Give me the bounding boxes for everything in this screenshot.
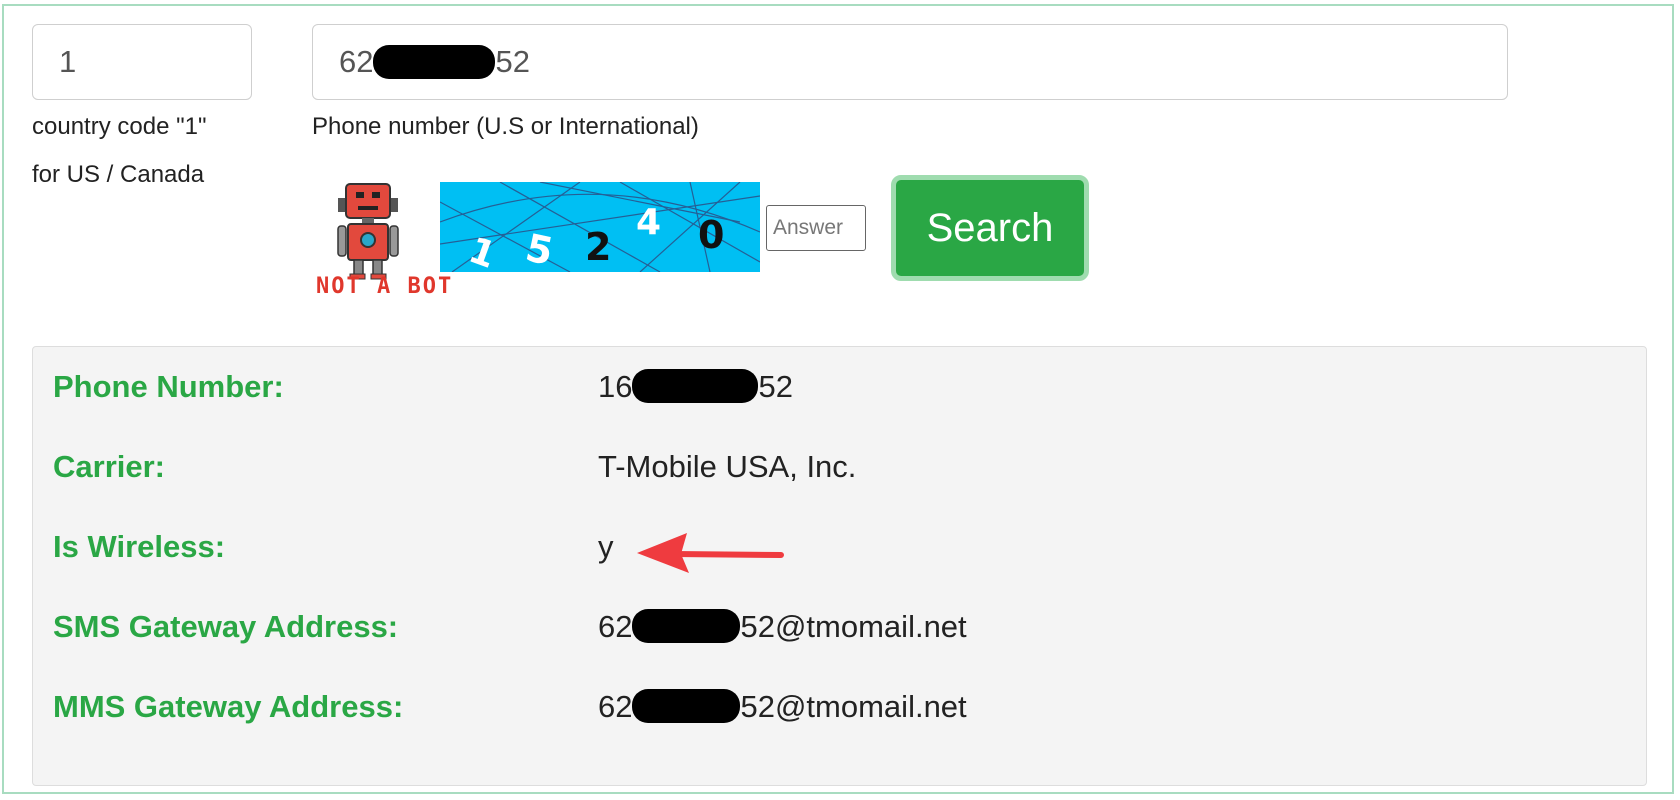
result-row-phone-number: Phone Number: 16 52 [33, 367, 1646, 407]
redaction-mark [373, 45, 496, 79]
redaction-mark [632, 689, 741, 723]
result-label: Is Wireless: [53, 529, 226, 564]
value-prefix: 62 [598, 609, 633, 644]
red-arrow-annotation [637, 533, 784, 573]
country-code-input[interactable]: 1 [32, 24, 252, 100]
phone-suffix: 52 [495, 44, 530, 79]
result-row-sms-gateway: SMS Gateway Address: 62 52@tmomail.net [33, 607, 1646, 647]
result-value: 62 52@tmomail.net [598, 687, 967, 727]
phone-number-input[interactable]: 62 52 [312, 24, 1508, 100]
result-label: Carrier: [53, 449, 165, 484]
result-label: Phone Number: [53, 369, 284, 404]
result-value: T-Mobile USA, Inc. [598, 449, 857, 484]
country-hint-line1: country code "1" [32, 113, 207, 140]
result-value: y [598, 529, 614, 564]
result-label: SMS Gateway Address: [53, 609, 399, 644]
value-prefix: 62 [598, 689, 633, 724]
value-suffix: 52 [758, 369, 793, 404]
value-suffix: 52@tmomail.net [740, 689, 967, 724]
value-suffix: 52@tmomail.net [740, 609, 967, 644]
result-value: 16 52 [598, 367, 793, 407]
phone-number-hint: Phone number (U.S or International) [312, 113, 699, 140]
result-value: 62 52@tmomail.net [598, 607, 967, 647]
captcha-digit: 4 [636, 202, 661, 243]
country-code-hint: country code "1" for US / Canada [32, 103, 206, 199]
result-row-carrier: Carrier: T-Mobile USA, Inc. [33, 447, 1646, 487]
result-row-mms-gateway: MMS Gateway Address: 62 52@tmomail.net [33, 687, 1646, 727]
captcha-digit: 0 [698, 213, 724, 257]
result-row-is-wireless: Is Wireless: y [33, 527, 1646, 567]
not-a-bot-badge: NOT A BOT [316, 274, 454, 299]
captcha-digit: 2 [585, 225, 611, 269]
redaction-mark [632, 609, 741, 643]
phone-prefix: 62 [339, 44, 374, 79]
captcha-answer-input[interactable] [766, 205, 866, 251]
captcha-image: 1 5 2 4 0 [440, 182, 760, 272]
value-prefix: 16 [598, 369, 633, 404]
result-label: MMS Gateway Address: [53, 689, 404, 724]
redaction-mark [632, 369, 759, 403]
search-button[interactable]: Search [891, 175, 1089, 281]
search-button-label: Search [926, 205, 1054, 250]
results-panel: Phone Number: 16 52 Carrier: T-Mobile USA… [32, 346, 1647, 786]
country-hint-line2: for US / Canada [32, 161, 205, 188]
country-code-value: 1 [59, 44, 77, 79]
